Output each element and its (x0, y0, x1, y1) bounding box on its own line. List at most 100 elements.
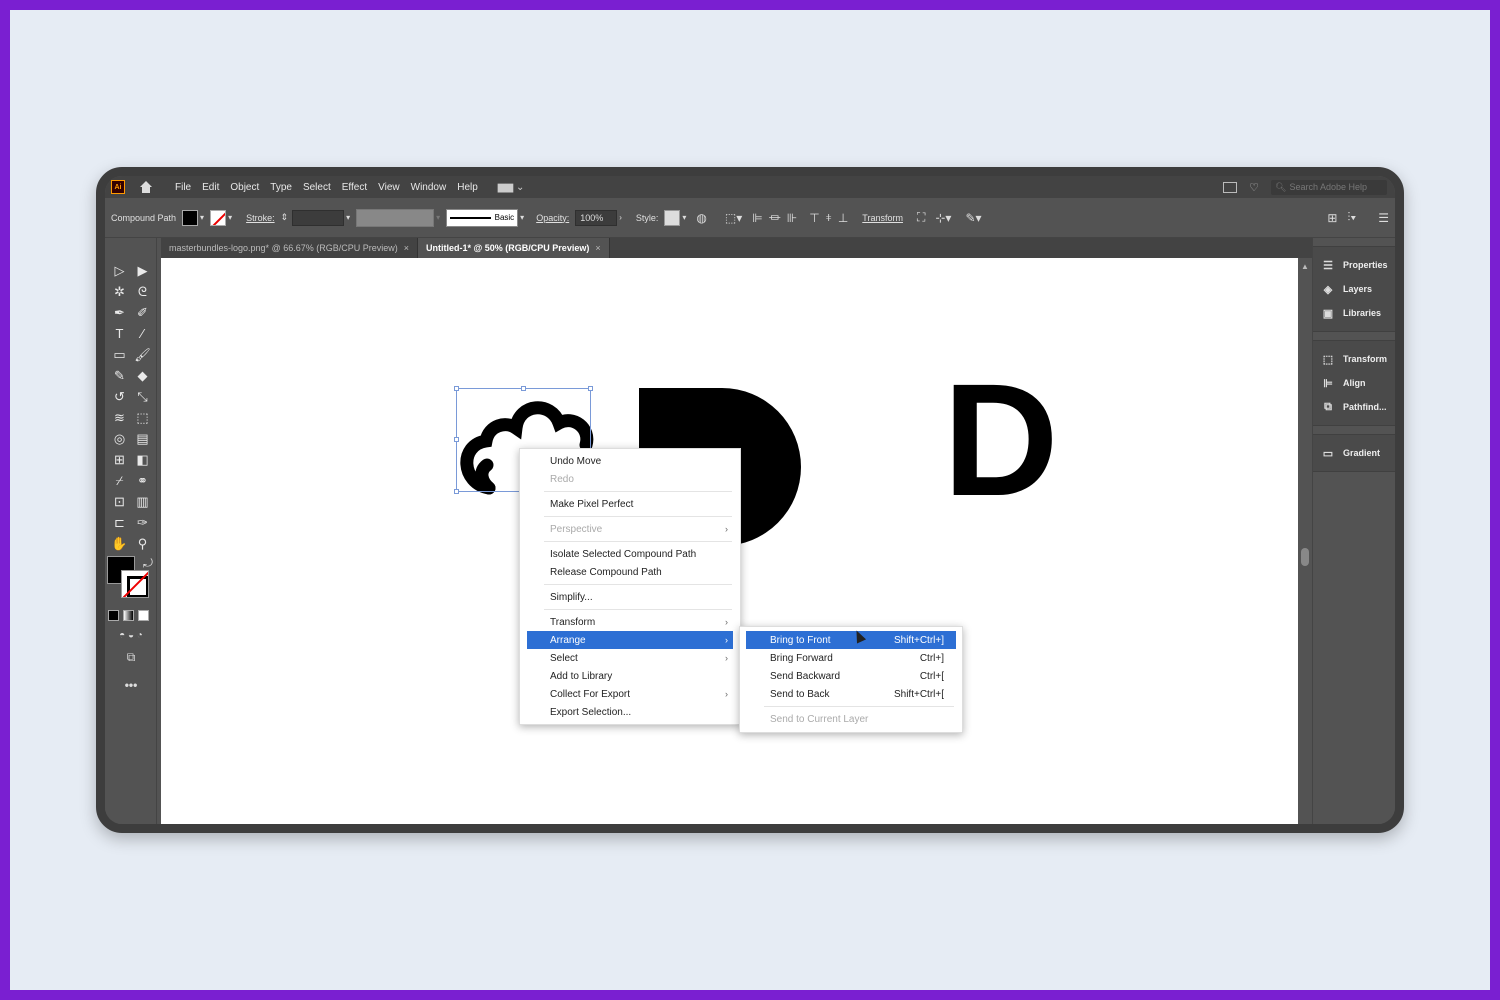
puppet-warp-icon[interactable]: ⊹▾ (935, 211, 951, 225)
shaper-tool-icon[interactable]: ✎ (108, 367, 131, 384)
menu-view[interactable]: View (378, 182, 400, 193)
type-tool-icon[interactable]: T (108, 325, 131, 342)
arrange-icon[interactable]: ⊞ (1327, 211, 1337, 225)
gradient-mode-icon[interactable] (123, 610, 134, 621)
panel-item-libraries[interactable]: ▣ Libraries (1313, 301, 1395, 325)
symbol-sprayer-tool-icon[interactable]: ⊡ (108, 493, 131, 510)
document-tab[interactable]: masterbundles-logo.png* @ 66.67% (RGB/CP… (161, 238, 419, 258)
stroke-color-box[interactable] (121, 570, 149, 598)
direct-selection-tool-icon[interactable]: ▶ (131, 262, 154, 279)
variable-width-profile[interactable]: ▾ (356, 208, 440, 227)
zoom-tool-icon[interactable]: ⚲ (131, 535, 154, 552)
opacity-field[interactable]: 100% (575, 209, 618, 226)
panel-item-properties[interactable]: ☰ Properties (1313, 253, 1395, 277)
more-options-icon[interactable]: ⫶▾ (1347, 210, 1356, 225)
style-control[interactable]: ▾ (664, 209, 686, 226)
align-left-icon[interactable]: ⊫ (752, 211, 762, 225)
pen-icon[interactable]: ♡ (1249, 181, 1259, 194)
selection-handle[interactable] (454, 489, 459, 494)
menu-file[interactable]: File (175, 182, 191, 193)
panel-item-layers[interactable]: ◈ Layers (1313, 277, 1395, 301)
hand-tool-icon[interactable]: ✋ (108, 535, 131, 552)
context-menu-item-collect-for-export[interactable]: Collect For Export › (520, 685, 740, 703)
isolate-icon[interactable]: ⛶ (917, 210, 925, 225)
menu-edit[interactable]: Edit (202, 182, 219, 193)
swap-colors-icon[interactable]: ⤾ (123, 556, 153, 571)
scroll-up-icon[interactable]: ▲ (1301, 262, 1309, 271)
column-graph-tool-icon[interactable]: ▥ (131, 493, 154, 510)
stroke-label[interactable]: Stroke: (246, 213, 275, 223)
panel-menu-icon[interactable]: ☰ (1378, 211, 1389, 225)
rotate-tool-icon[interactable]: ↺ (108, 388, 131, 405)
selection-handle[interactable] (454, 386, 459, 391)
search-help-input[interactable]: 🔍︎ Search Adobe Help (1271, 179, 1387, 195)
selection-handle[interactable] (454, 437, 459, 442)
menu-type[interactable]: Type (270, 182, 292, 193)
shape-builder-tool-icon[interactable]: ◎ (108, 430, 131, 447)
scrollbar-thumb[interactable] (1301, 548, 1309, 566)
selection-handle[interactable] (521, 386, 526, 391)
eyedropper-tool-icon[interactable]: ⌿ (108, 472, 131, 489)
align-center-icon[interactable]: ⏛ (769, 209, 781, 226)
eraser-tool-icon[interactable]: ◆ (131, 367, 154, 384)
magic-wand-tool-icon[interactable]: ✲ (108, 283, 131, 300)
stroke-weight-stepper[interactable]: ⇕ ▾ (281, 209, 350, 226)
arrange-item-send-backward[interactable]: Send Backward Ctrl+[ (740, 667, 962, 685)
fill-color-control[interactable]: ▾ (182, 209, 204, 226)
panel-item-pathfind[interactable]: ⧉ Pathfind... (1313, 395, 1395, 419)
slice-tool-icon[interactable]: ✑ (131, 514, 154, 531)
align-right-icon[interactable]: ⊪ (787, 211, 797, 225)
screen-mode-icon[interactable]: ⧉ (105, 650, 157, 665)
align-bottom-icon[interactable]: ⊥ (838, 211, 848, 225)
arrange-documents-icon[interactable] (1223, 181, 1238, 193)
transform-link[interactable]: Transform (862, 213, 903, 223)
artboard-tool-icon[interactable]: ⊏ (108, 514, 131, 531)
context-menu-item-export-selection[interactable]: Export Selection... (520, 703, 740, 721)
color-mode-icon[interactable] (108, 610, 119, 621)
paintbrush-tool-icon[interactable]: 🖌︎ (131, 346, 154, 363)
context-menu-item-add-to-library[interactable]: Add to Library (520, 667, 740, 685)
artboard-canvas[interactable]: D Undo Move Redo Make Pixel Perfect Perspec… (161, 258, 1298, 824)
brush-definition[interactable]: Basic ▾ (446, 208, 524, 227)
close-icon[interactable]: × (595, 243, 600, 253)
opacity-control[interactable]: 100% › (575, 209, 622, 226)
workspace-switcher[interactable]: ▆▆ ⌄ (498, 182, 525, 193)
context-menu-item-select[interactable]: Select › (520, 649, 740, 667)
menu-window[interactable]: Window (411, 182, 447, 193)
arrange-item-bring-forward[interactable]: Bring Forward Ctrl+] (740, 649, 962, 667)
context-menu-item-simplify[interactable]: Simplify... (520, 588, 740, 606)
stroke-weight-field[interactable] (292, 209, 345, 226)
stroke-color-control[interactable]: ▾ (210, 209, 232, 226)
opacity-label[interactable]: Opacity: (536, 213, 569, 223)
context-menu-item-make-pixel-perfect[interactable]: Make Pixel Perfect (520, 495, 740, 513)
context-menu-item-transform[interactable]: Transform › (520, 613, 740, 631)
context-menu-item-arrange[interactable]: Arrange › (527, 631, 733, 649)
selection-tool-icon[interactable]: ▷ (108, 262, 131, 279)
none-mode-icon[interactable] (138, 610, 149, 621)
free-transform-tool-icon[interactable]: ⬚ (131, 409, 154, 426)
align-middle-icon[interactable]: ⧧ (826, 210, 832, 225)
curvature-tool-icon[interactable]: ✐ (131, 304, 154, 321)
context-menu-item-release-compound-path[interactable]: Release Compound Path (520, 563, 740, 581)
pen-tool-icon[interactable]: ✒ (108, 304, 131, 321)
arrange-item-send-to-back[interactable]: Send to Back Shift+Ctrl+[ (740, 685, 962, 703)
line-tool-icon[interactable]: ⁄ (131, 325, 154, 342)
panel-item-transform[interactable]: ⬚ Transform (1313, 347, 1395, 371)
home-icon[interactable] (139, 181, 153, 193)
letter-d-artwork[interactable]: D (943, 348, 1059, 532)
align-to-icon[interactable]: ⬚▾ (725, 211, 742, 225)
selection-handle[interactable] (588, 386, 593, 391)
rectangle-tool-icon[interactable]: ▭ (108, 346, 131, 363)
gradient-tool-icon[interactable]: ◧ (131, 451, 154, 468)
align-top-icon[interactable]: ⊤ (809, 211, 819, 225)
menu-effect[interactable]: Effect (342, 182, 367, 193)
panel-item-gradient[interactable]: ▭ Gradient (1313, 441, 1395, 465)
quick-actions-icon[interactable]: ✎▾ (965, 211, 981, 225)
draw-modes-icon[interactable]: ◓ ◒ ◔ (105, 630, 157, 641)
menu-select[interactable]: Select (303, 182, 331, 193)
edit-toolbar-icon[interactable]: ••• (105, 678, 157, 692)
mesh-tool-icon[interactable]: ⊞ (108, 451, 131, 468)
document-tab[interactable]: Untitled-1* @ 50% (RGB/CPU Preview) × (418, 238, 610, 258)
warp-tool-icon[interactable]: ≋ (108, 409, 131, 426)
lasso-tool-icon[interactable]: ᘓ (131, 283, 154, 300)
